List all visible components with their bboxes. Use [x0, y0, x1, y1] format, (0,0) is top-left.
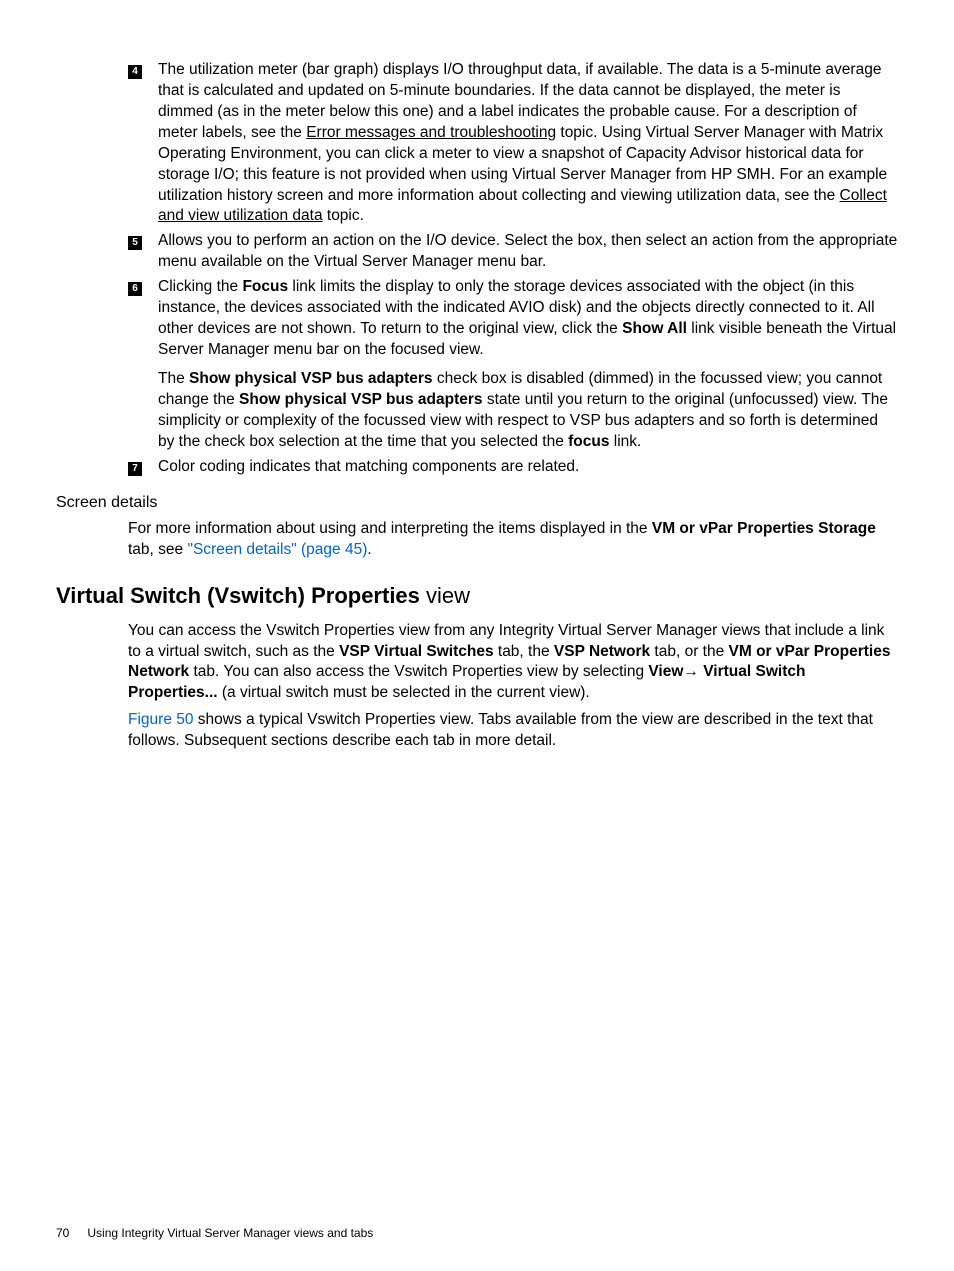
- page-footer: 70 Using Integrity Virtual Server Manager…: [56, 1225, 373, 1241]
- section-para2: Figure 50 shows a typical Vswitch Proper…: [128, 710, 898, 752]
- text: tab, see: [128, 541, 187, 558]
- text: For more information about using and int…: [128, 520, 652, 537]
- numbered-list: 4 The utilization meter (bar graph) disp…: [128, 60, 898, 478]
- text: link.: [609, 433, 641, 450]
- marker-box: 4: [128, 65, 142, 79]
- bold-view: View: [648, 663, 683, 680]
- text: Clicking the: [158, 278, 242, 295]
- section-para1: You can access the Vswitch Properties vi…: [128, 621, 898, 705]
- item-4-body: The utilization meter (bar graph) displa…: [158, 60, 898, 227]
- marker-box: 6: [128, 282, 142, 296]
- list-item-4: 4 The utilization meter (bar graph) disp…: [128, 60, 898, 227]
- marker-6: 6: [128, 277, 152, 452]
- text: (a virtual switch must be selected in th…: [218, 684, 590, 701]
- marker-box: 7: [128, 462, 142, 476]
- bold-show-physical-2: Show physical VSP bus adapters: [239, 391, 483, 408]
- bold-show-physical-1: Show physical VSP bus adapters: [189, 370, 433, 387]
- item-7-body: Color coding indicates that matching com…: [158, 457, 898, 478]
- list-item-6: 6 Clicking the Focus link limits the dis…: [128, 277, 898, 452]
- page-content: 4 The utilization meter (bar graph) disp…: [0, 0, 954, 752]
- marker-5: 5: [128, 231, 152, 273]
- bold-focus-2: focus: [568, 433, 609, 450]
- arrow-icon: →: [683, 663, 703, 680]
- footer-text: Using Integrity Virtual Server Manager v…: [87, 1226, 373, 1240]
- screen-details-heading: Screen details: [56, 492, 898, 514]
- bold-show-all: Show All: [622, 320, 687, 337]
- item-6-para1: Clicking the Focus link limits the displ…: [158, 277, 898, 361]
- text: The: [158, 370, 189, 387]
- item-5-body: Allows you to perform an action on the I…: [158, 231, 898, 273]
- bold-vsp-network: VSP Network: [554, 643, 650, 660]
- section-body: You can access the Vswitch Properties vi…: [128, 621, 898, 753]
- bold-focus: Focus: [242, 278, 288, 295]
- text: tab. You can also access the Vswitch Pro…: [189, 663, 648, 680]
- marker-4: 4: [128, 60, 152, 227]
- marker-7: 7: [128, 457, 152, 478]
- list-item-5: 5 Allows you to perform an action on the…: [128, 231, 898, 273]
- list-item-7: 7 Color coding indicates that matching c…: [128, 457, 898, 478]
- text: Allows you to perform an action on the I…: [158, 232, 897, 270]
- link-error-messages[interactable]: Error messages and troubleshooting: [306, 124, 556, 141]
- bold-vsp-virtual-switches: VSP Virtual Switches: [339, 643, 494, 660]
- link-figure-50[interactable]: Figure 50: [128, 711, 193, 728]
- item-6-para2: The Show physical VSP bus adapters check…: [158, 369, 898, 453]
- heading-bold: Virtual Switch (Vswitch) Properties: [56, 583, 420, 608]
- text: Color coding indicates that matching com…: [158, 458, 579, 475]
- text: shows a typical Vswitch Properties view.…: [128, 711, 873, 749]
- text: topic.: [323, 207, 364, 224]
- heading-rest: view: [420, 583, 470, 608]
- screen-details-body: For more information about using and int…: [128, 519, 898, 561]
- text: tab, the: [494, 643, 554, 660]
- link-screen-details-45[interactable]: "Screen details" (page 45): [187, 541, 367, 558]
- marker-box: 5: [128, 236, 142, 250]
- bold-vm-vpar-storage: VM or vPar Properties Storage: [652, 520, 876, 537]
- section-heading-vswitch: Virtual Switch (Vswitch) Properties view: [56, 581, 898, 611]
- page-number: 70: [56, 1226, 69, 1240]
- item-6-body: Clicking the Focus link limits the displ…: [158, 277, 898, 452]
- text: tab, or the: [650, 643, 728, 660]
- text: .: [367, 541, 371, 558]
